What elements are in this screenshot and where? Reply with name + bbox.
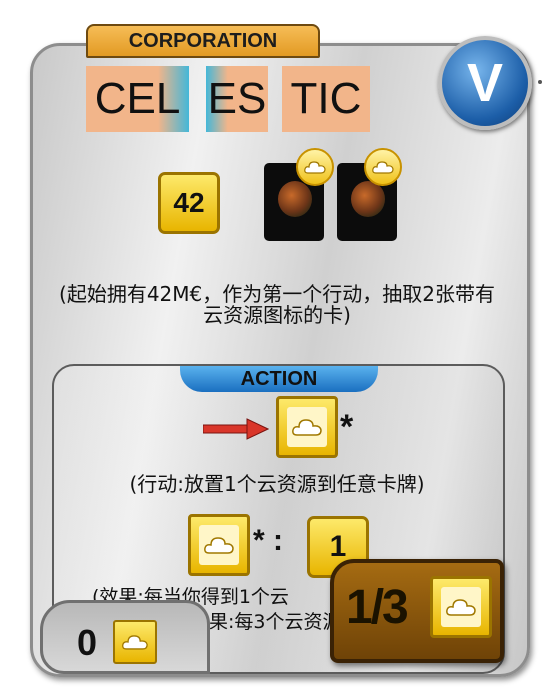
card-name-part-3: TIC xyxy=(282,66,370,132)
cloud-icon xyxy=(113,620,157,664)
cloud-icon xyxy=(296,148,334,186)
resource-count: 0 xyxy=(77,622,98,663)
effect-asterisk-colon: * : xyxy=(253,524,283,557)
red-arrow-icon xyxy=(202,418,270,444)
planet-icon xyxy=(278,181,312,217)
cloud-icon xyxy=(188,514,250,576)
card-name-part-1: CEL xyxy=(86,66,189,132)
card-description: (起始拥有42M€，作为第一个行动，抽取2张带有云资源图标的卡) xyxy=(59,282,495,327)
venus-expansion-badge: V xyxy=(438,36,532,130)
cloud-icon xyxy=(276,396,338,458)
victory-points-value: 1/3 xyxy=(346,581,409,634)
cloud-icon xyxy=(430,576,492,638)
dot-mark xyxy=(538,80,542,84)
card-name-part-2: ES xyxy=(206,66,268,132)
corporation-tag: CORPORATION xyxy=(86,24,320,58)
cloud-icon xyxy=(364,148,402,186)
planet-icon xyxy=(351,181,385,217)
megacredit-icon: 42 xyxy=(158,172,220,234)
action-description: (行动:放置1个云资源到任意卡牌) xyxy=(129,472,425,496)
vp-description: 效果:每3个云资源 xyxy=(190,611,342,633)
any-card-asterisk: * xyxy=(340,408,354,446)
action-tag: ACTION xyxy=(180,366,378,392)
